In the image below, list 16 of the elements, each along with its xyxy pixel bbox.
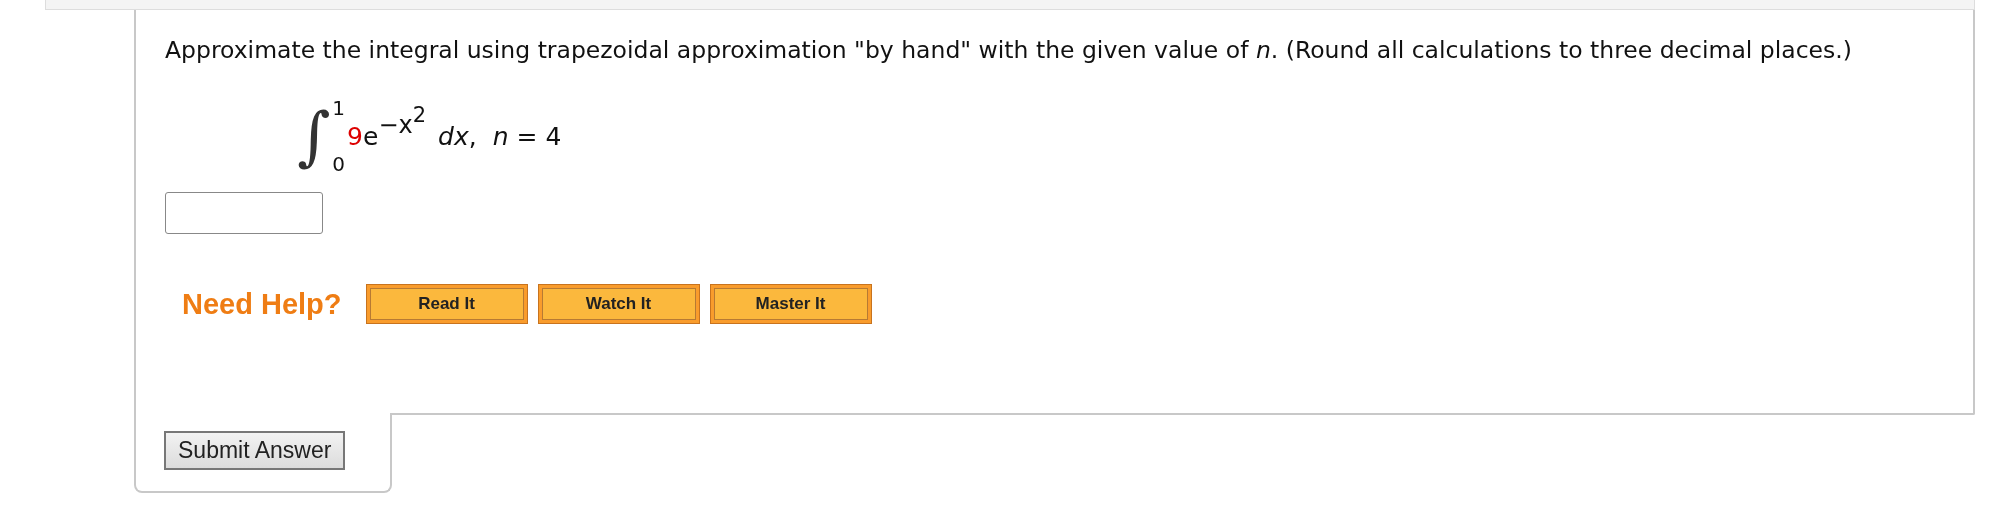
exponent-power: 2	[412, 103, 427, 127]
help-button[interactable]: Read It	[365, 284, 528, 324]
n-value: n = 4	[492, 121, 562, 151]
help-button[interactable]: Watch It	[537, 284, 700, 324]
need-help-label: Need Help?	[182, 287, 342, 321]
question-text: Approximate the integral using trapezoidal approximation "by hand" with the given value of n. (Round all calculations to three decimal places.)	[165, 35, 1853, 66]
answer-field[interactable]	[165, 192, 323, 234]
differential: dx,	[438, 121, 477, 151]
exponent: −x	[378, 111, 413, 139]
upper-limit: 1	[332, 96, 346, 120]
integral-sign: ∫	[297, 104, 331, 168]
submit-button[interactable]: Submit Answer	[164, 431, 346, 470]
lower-limit: 0	[332, 152, 346, 176]
help-button[interactable]: Master It	[709, 284, 872, 324]
exponential-base: e	[363, 121, 379, 151]
coefficient: 9	[347, 121, 363, 151]
